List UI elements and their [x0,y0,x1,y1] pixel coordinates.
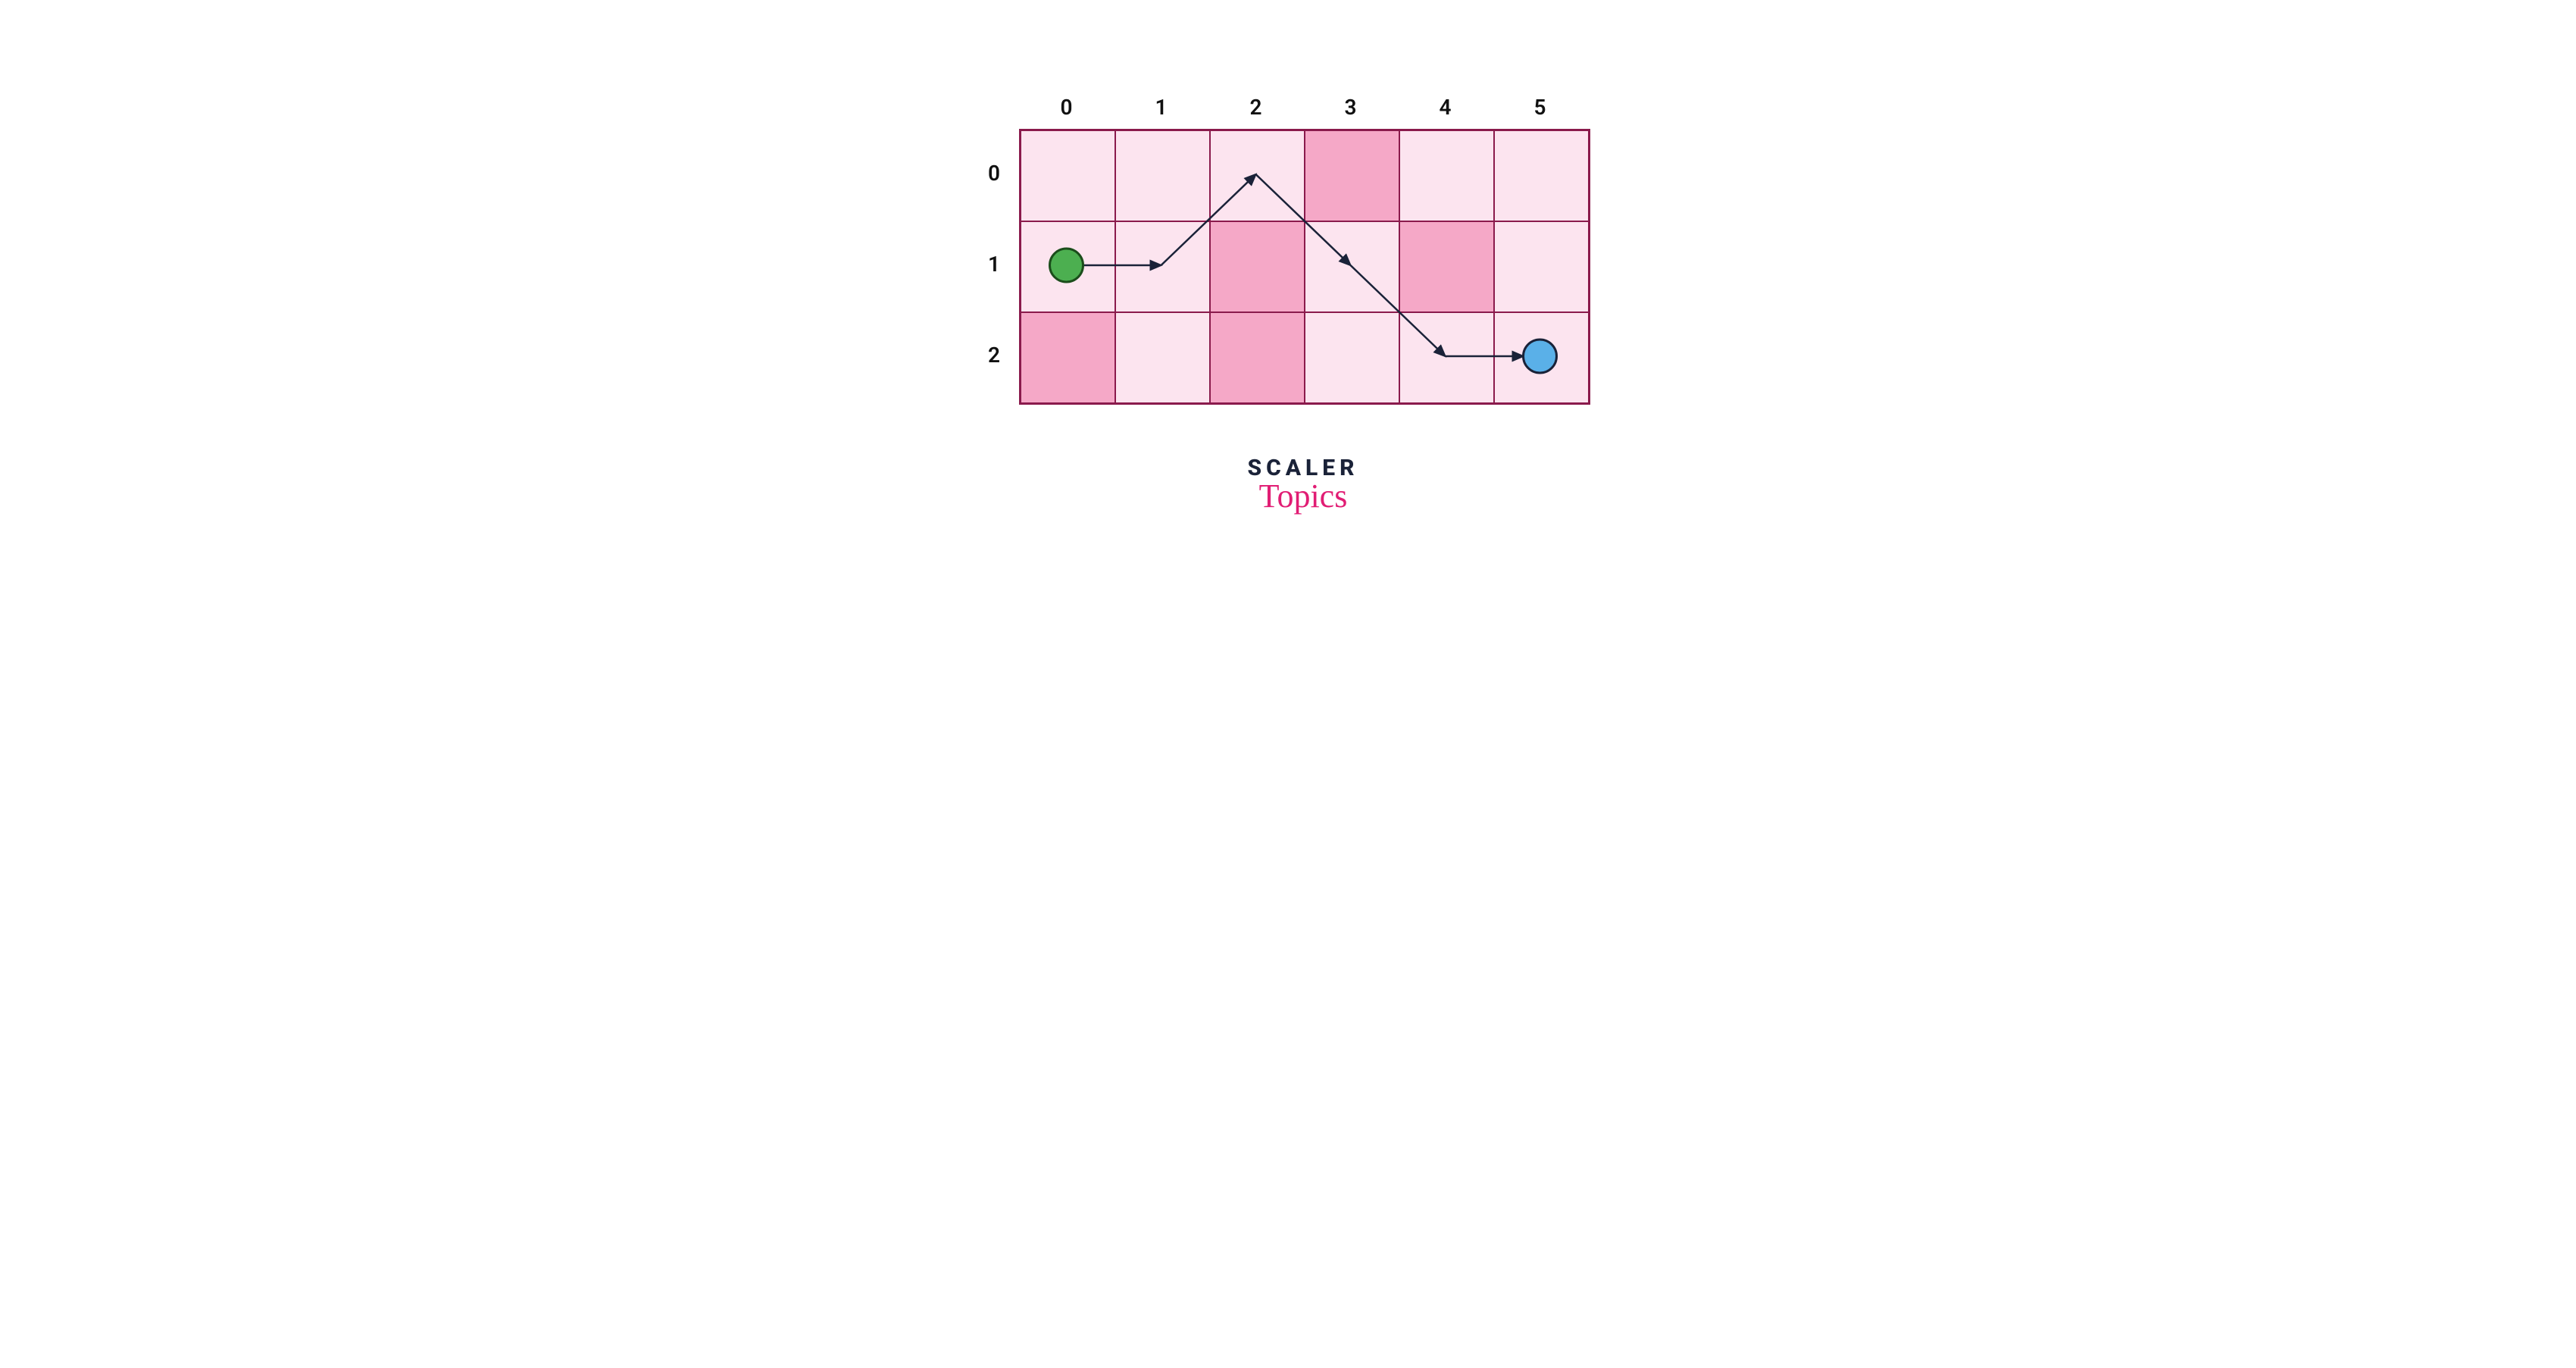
row-label-1: 1 [977,252,1000,277]
cell-1-3 [1305,221,1399,312]
cell-0-0 [1021,130,1115,221]
row-label-0: 0 [977,161,1000,186]
brand-logo: SCALER Topics [1235,455,1371,515]
col-label-5: 5 [1529,95,1552,120]
col-label-3: 3 [1340,95,1362,120]
cell-0-3 [1305,130,1399,221]
cell-2-5 [1494,312,1589,403]
cell-1-2 [1210,221,1305,312]
cell-2-4 [1399,312,1494,403]
row-label-2: 2 [977,343,1000,368]
cell-2-3 [1305,312,1399,403]
cell-0-1 [1115,130,1210,221]
col-label-0: 0 [1055,95,1078,120]
cell-1-5 [1494,221,1589,312]
cell-1-0 [1021,221,1115,312]
col-label-2: 2 [1245,95,1268,120]
col-label-1: 1 [1150,95,1173,120]
diagram-canvas: 0 1 2 3 4 5 0 1 2 SCALER Topics [720,0,1856,606]
cell-2-2 [1210,312,1305,403]
cell-0-4 [1399,130,1494,221]
brand-logo-line2: Topics [1235,477,1371,515]
cell-1-4 [1399,221,1494,312]
grid [1019,129,1590,405]
cell-1-1 [1115,221,1210,312]
cell-2-0 [1021,312,1115,403]
cell-0-5 [1494,130,1589,221]
cell-2-1 [1115,312,1210,403]
cell-0-2 [1210,130,1305,221]
col-label-4: 4 [1434,95,1457,120]
